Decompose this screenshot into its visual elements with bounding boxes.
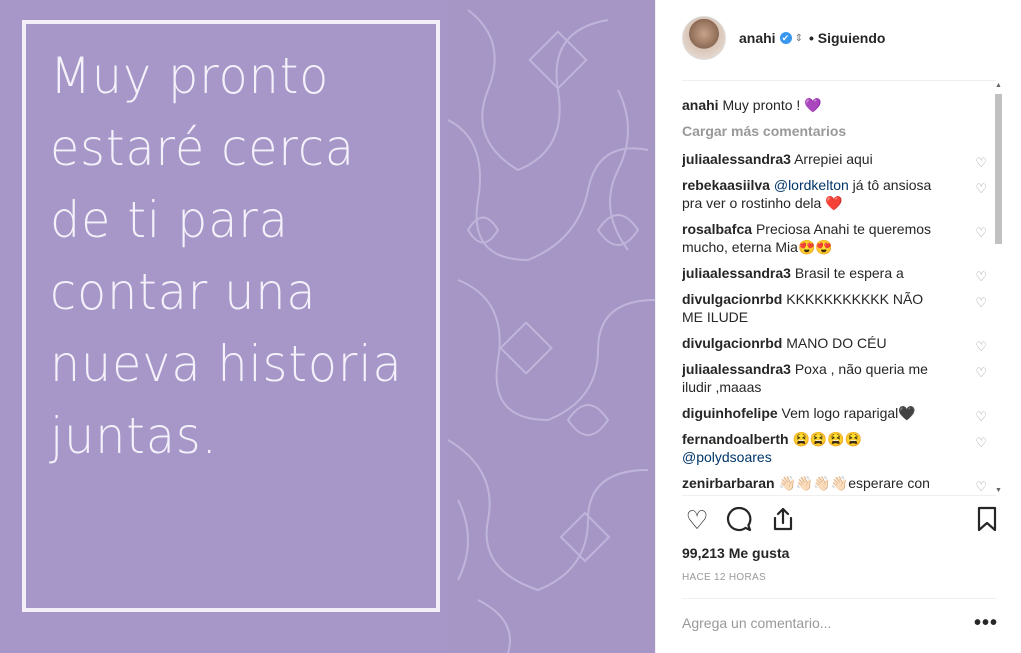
comment-user[interactable]: zenirbarbaran <box>682 475 775 491</box>
comment-item: rebekaasiilva @lordkelton já tô ansiosa … <box>682 176 987 212</box>
comment-like-icon[interactable]: ♡ <box>975 338 987 356</box>
likes-count[interactable]: 99,213 Me gusta <box>682 545 789 561</box>
decorative-pattern <box>447 0 655 653</box>
comment-text: MANO DO CÉU <box>786 335 887 351</box>
heart-icon[interactable]: ♡ <box>682 505 712 535</box>
comment-like-icon[interactable]: ♡ <box>975 268 987 286</box>
comment-mention[interactable]: @polydsoares <box>682 449 772 465</box>
caption-text: Muy pronto ! 💜 <box>722 97 822 113</box>
comment-icon[interactable] <box>724 505 754 535</box>
follow-status[interactable]: • Siguiendo <box>809 30 885 46</box>
scroll-up-icon[interactable]: ▲ <box>995 82 1002 89</box>
quote-line: de ti para <box>50 191 289 249</box>
comment-user[interactable]: divulgacionrbd <box>682 291 782 307</box>
comment-like-icon[interactable]: ♡ <box>975 180 987 198</box>
load-more-comments-button[interactable]: Cargar más comentarios <box>682 122 987 140</box>
post-actions: ♡ <box>682 505 1002 539</box>
caption: anahi Muy pronto ! 💜 <box>682 96 987 114</box>
comment-user[interactable]: divulgacionrbd <box>682 335 782 351</box>
comments-list: anahi Muy pronto ! 💜 Cargar más comentar… <box>682 96 987 494</box>
post-quote: Muy pronto estaré cerca de ti para conta… <box>50 40 430 472</box>
quote-line: Muy pronto <box>50 47 330 105</box>
chevron-updown-icon[interactable]: ⇕ <box>795 33 803 44</box>
divider <box>682 495 996 496</box>
comments-scrollbar[interactable]: ▲ ▼ <box>992 82 1004 494</box>
comment-user[interactable]: juliaalessandra3 <box>682 265 791 281</box>
caption-user[interactable]: anahi <box>682 97 719 113</box>
comment-user[interactable]: diguinhofelipe <box>682 405 778 421</box>
comment-user[interactable]: juliaalessandra3 <box>682 361 791 377</box>
follow-status-label[interactable]: Siguiendo <box>818 30 886 46</box>
post-header: anahi ✔ ⇕ • Siguiendo <box>682 16 885 60</box>
comment-item: divulgacionrbd KKKKKKKKKKK NÃO ME ILUDE … <box>682 290 987 326</box>
quote-line: contar una <box>50 263 317 321</box>
more-options-button[interactable]: ••• <box>974 612 998 635</box>
comment-mention[interactable]: @lordkelton <box>774 177 849 193</box>
comment-text: Brasil te espera a <box>794 265 904 281</box>
comment-like-icon[interactable]: ♡ <box>975 408 987 426</box>
comment-like-icon[interactable]: ♡ <box>975 434 987 452</box>
divider <box>682 80 996 81</box>
comment-like-icon[interactable]: ♡ <box>975 154 987 172</box>
comment-text: Vem logo raparigal🖤 <box>781 405 916 421</box>
comment-item: divulgacionrbd MANO DO CÉU ♡ <box>682 334 987 354</box>
header-username[interactable]: anahi <box>739 30 776 46</box>
comment-user[interactable]: rebekaasiilva <box>682 177 770 193</box>
post-side-panel: anahi ✔ ⇕ • Siguiendo anahi Muy pronto !… <box>655 0 1021 653</box>
quote-line: nueva historia <box>50 335 403 393</box>
comment-user[interactable]: juliaalessandra3 <box>682 151 791 167</box>
comment-text: Arrepiei aqui <box>794 151 873 167</box>
post-timestamp: HACE 12 HORAS <box>682 572 766 583</box>
share-icon[interactable] <box>768 505 798 535</box>
comment-item: rosalbafca Preciosa Anahi te queremos mu… <box>682 220 987 256</box>
avatar[interactable] <box>682 16 726 60</box>
quote-line: estaré cerca <box>50 119 355 177</box>
comment-item: diguinhofelipe Vem logo raparigal🖤 ♡ <box>682 404 987 424</box>
comment-like-icon[interactable]: ♡ <box>975 294 987 312</box>
comment-user[interactable]: rosalbafca <box>682 221 752 237</box>
comment-text: 👋🏻👋🏻👋🏻👋🏻esperare con <box>778 475 930 491</box>
quote-line: juntas. <box>50 407 218 465</box>
comment-like-icon[interactable]: ♡ <box>975 364 987 382</box>
follow-separator: • <box>808 30 814 46</box>
verified-icon: ✔ <box>779 32 792 44</box>
divider <box>682 598 996 599</box>
add-comment-input[interactable]: Agrega un comentario... <box>682 615 831 631</box>
bookmark-icon[interactable] <box>972 505 1002 535</box>
comment-item: juliaalessandra3 Brasil te espera a ♡ <box>682 264 987 284</box>
comment-item: juliaalessandra3 Poxa , não queria me il… <box>682 360 987 396</box>
scrollbar-thumb[interactable] <box>995 94 1002 244</box>
comment-like-icon[interactable]: ♡ <box>975 224 987 242</box>
comment-item: fernandoalberth 😫😫😫😫 @polydsoares ♡ <box>682 430 987 466</box>
comment-item: juliaalessandra3 Arrepiei aqui ♡ <box>682 150 987 170</box>
comment-like-icon[interactable]: ♡ <box>975 478 987 494</box>
comment-text: 😫😫😫😫 <box>792 431 863 447</box>
post-image[interactable]: Muy pronto estaré cerca de ti para conta… <box>0 0 655 653</box>
comment-item: zenirbarbaran 👋🏻👋🏻👋🏻👋🏻esperare con ♡ <box>682 474 987 494</box>
scroll-down-icon[interactable]: ▼ <box>995 487 1002 494</box>
comment-user[interactable]: fernandoalberth <box>682 431 789 447</box>
